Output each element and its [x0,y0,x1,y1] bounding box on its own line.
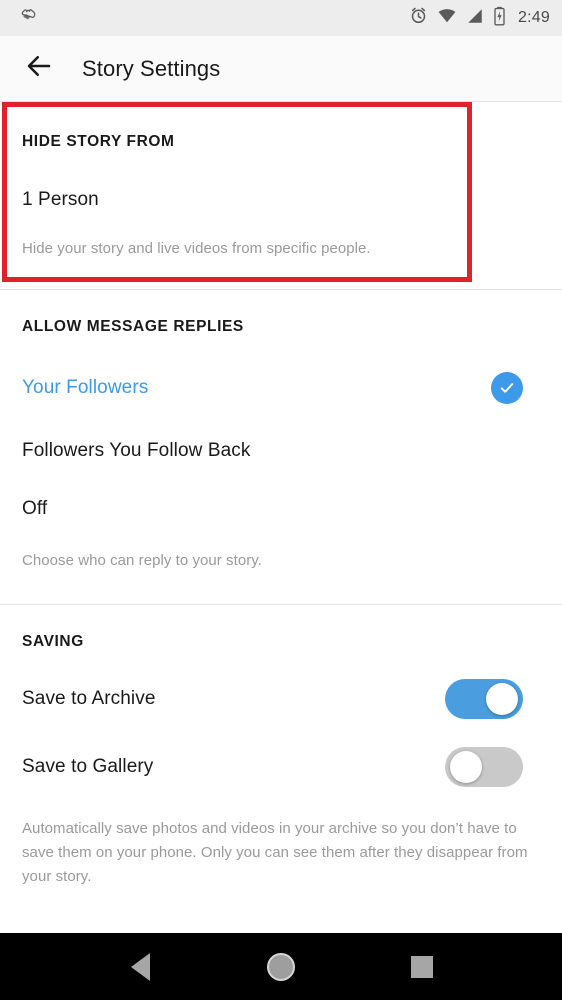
wifi-icon [437,6,457,30]
back-button[interactable] [22,52,56,86]
status-bar: 2:49 [0,0,562,36]
status-bar-right: 2:49 [409,6,550,31]
toggle-knob [450,750,482,783]
hide-story-section: HIDE STORY FROM 1 Person Hide your story… [0,102,562,289]
hide-story-description: Hide your story and live videos from spe… [22,240,371,257]
save-to-gallery-toggle[interactable] [445,746,523,787]
square-recents-icon [410,955,433,978]
app-bar: Story Settings [0,36,562,102]
allow-message-replies-description: Choose who can reply to your story. [22,552,262,570]
save-to-gallery-row[interactable]: Save to Gallery [22,719,540,787]
saving-description: Automatically save photos and videos in … [22,819,528,886]
hide-story-count[interactable]: 1 Person [22,151,540,211]
check-circle-icon [491,372,523,405]
allow-message-replies-section: ALLOW MESSAGE REPLIES Your Followers Fol… [0,290,562,603]
cell-signal-icon [466,7,484,30]
reply-option-label: Followers You Follow Back [22,440,251,462]
reply-option-label: Your Followers [22,377,149,399]
save-to-archive-toggle[interactable] [445,678,523,719]
status-time: 2:49 [518,9,550,26]
saving-header: SAVING [22,632,84,650]
shoe-icon [18,6,38,31]
nav-back-button[interactable] [111,943,169,991]
reply-option-your-followers[interactable]: Your Followers [22,336,540,405]
nav-recents-button[interactable] [393,943,451,991]
back-arrow-icon [24,51,54,86]
save-to-archive-row[interactable]: Save to Archive [22,651,540,719]
save-to-gallery-label: Save to Gallery [22,755,154,777]
save-to-archive-label: Save to Archive [22,687,156,709]
phone-screen: 2:49 Story Settings HIDE STORY FROM 1 Pe… [0,0,562,1000]
allow-message-replies-header: ALLOW MESSAGE REPLIES [22,318,244,336]
toggle-knob [486,682,518,715]
saving-section: SAVING Save to Archive Save to Gallery A… [0,605,562,910]
page-title: Story Settings [82,55,221,81]
reply-option-label: Off [22,498,48,520]
circle-home-icon [266,952,295,981]
alarm-icon [409,6,428,30]
nav-home-button[interactable] [252,943,310,991]
hide-story-header: HIDE STORY FROM [22,133,175,150]
settings-content: HIDE STORY FROM 1 Person Hide your story… [0,102,562,933]
reply-option-followers-you-follow-back[interactable]: Followers You Follow Back [22,404,540,462]
reply-option-off[interactable]: Off [22,462,540,520]
triangle-back-icon [130,952,150,981]
battery-charging-icon [493,6,506,31]
status-bar-left [18,6,38,31]
android-nav-bar [0,933,562,1000]
